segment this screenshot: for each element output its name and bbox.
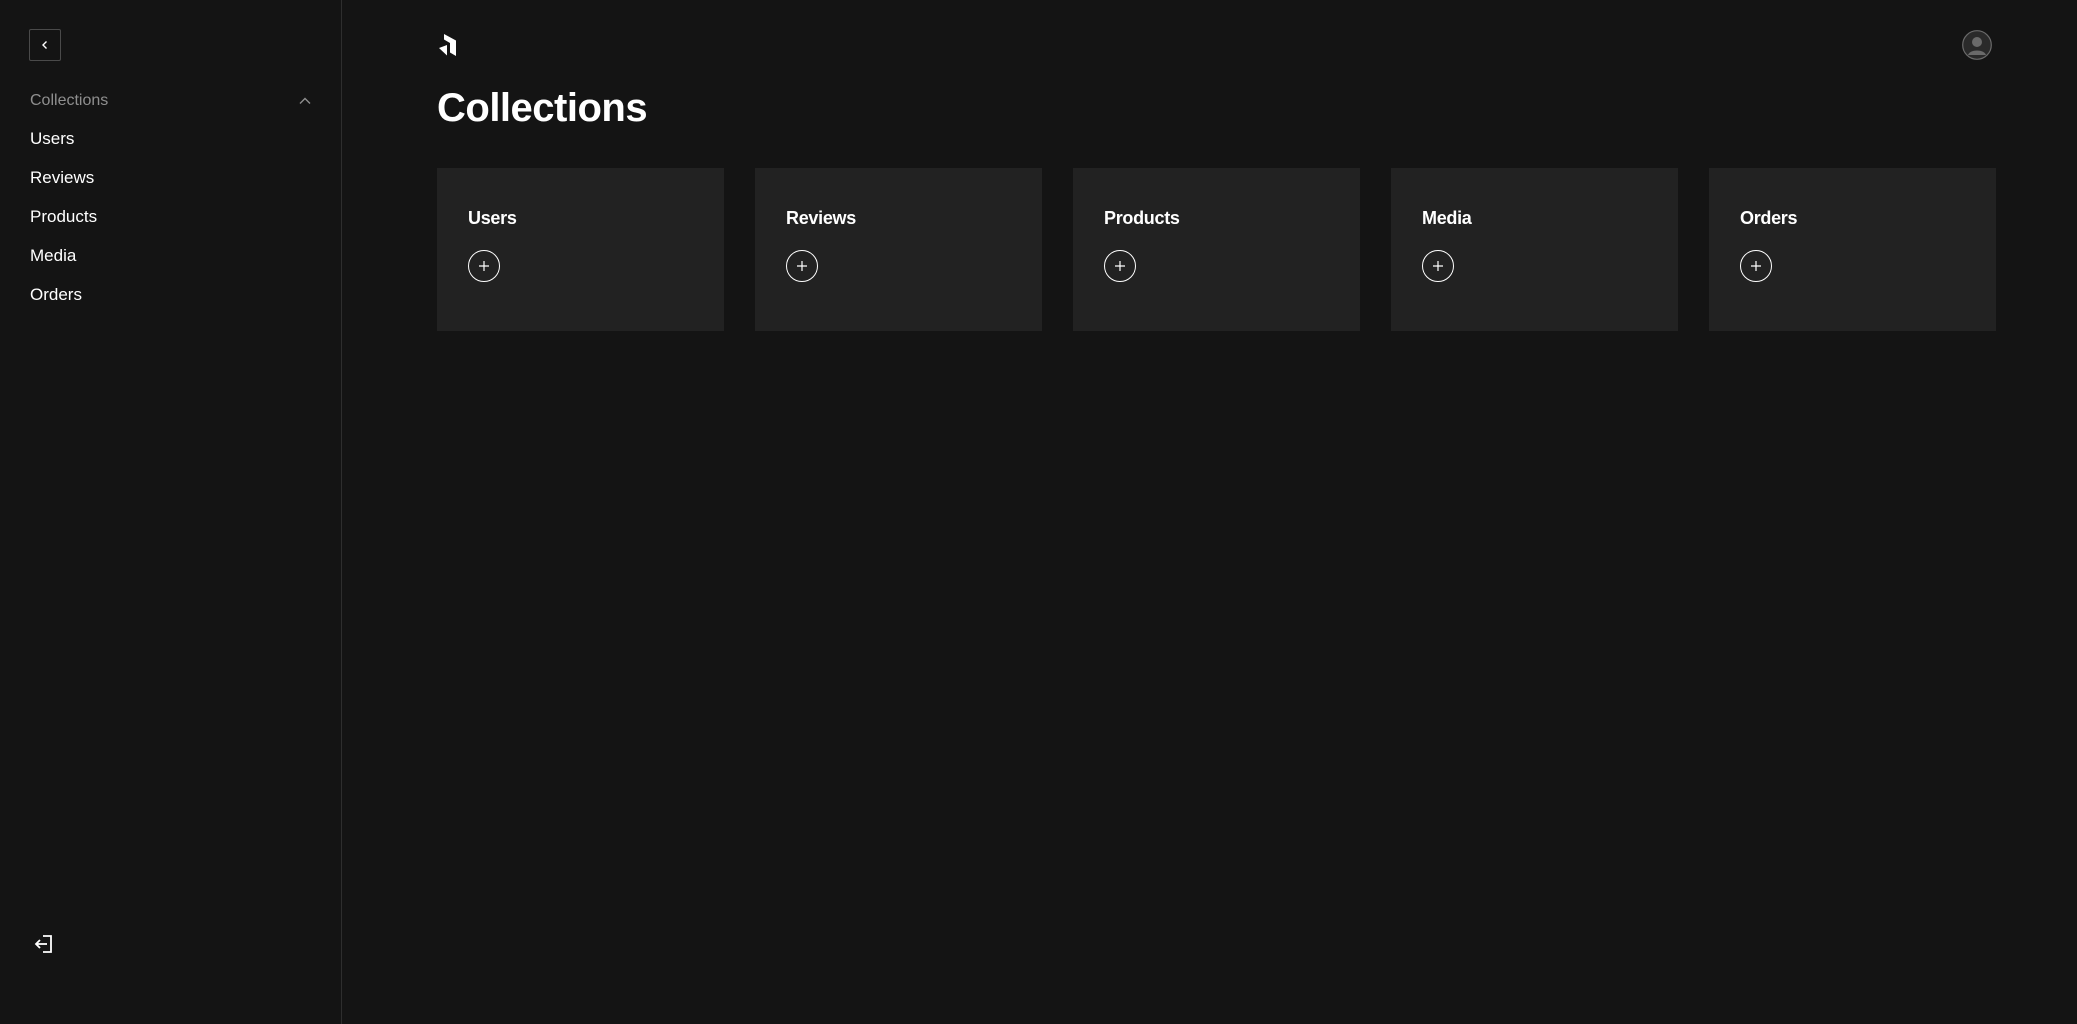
- logout-icon: [34, 935, 52, 953]
- plus-icon: [479, 261, 489, 271]
- sidebar-item-media[interactable]: Media: [30, 243, 97, 282]
- chevron-left-icon: [42, 41, 47, 49]
- user-avatar-icon: [1962, 30, 1992, 60]
- chevron-up-icon: [299, 97, 311, 104]
- sidebar-item-products[interactable]: Products: [30, 204, 97, 243]
- collection-card-products[interactable]: Products: [1073, 168, 1360, 331]
- sidebar: Collections Users Reviews Products Media…: [0, 0, 342, 1024]
- add-media-button[interactable]: [1422, 250, 1454, 282]
- add-reviews-button[interactable]: [786, 250, 818, 282]
- card-title: Orders: [1740, 208, 1798, 228]
- card-title: Products: [1104, 208, 1180, 228]
- collection-cards: Users Reviews Products Media Orders: [437, 168, 1996, 331]
- collection-card-orders[interactable]: Orders: [1709, 168, 1996, 331]
- collection-card-reviews[interactable]: Reviews: [755, 168, 1042, 331]
- plus-icon: [797, 261, 807, 271]
- plus-icon: [1751, 261, 1761, 271]
- sidebar-item-users[interactable]: Users: [30, 126, 97, 165]
- logout-button[interactable]: [30, 930, 58, 958]
- app-root: Collections Users Reviews Products Media…: [0, 0, 2077, 1024]
- account-avatar-button[interactable]: [1962, 30, 1992, 60]
- sidebar-item-reviews[interactable]: Reviews: [30, 165, 97, 204]
- sidebar-nav-list: Users Reviews Products Media Orders: [30, 126, 97, 321]
- plus-icon: [1433, 261, 1443, 271]
- nav-group-label: Collections: [30, 92, 109, 109]
- card-title: Reviews: [786, 208, 856, 228]
- card-title: Users: [468, 208, 517, 228]
- plus-icon: [1115, 261, 1125, 271]
- nav-group-collections-toggle[interactable]: Collections: [30, 90, 312, 112]
- add-products-button[interactable]: [1104, 250, 1136, 282]
- collapse-sidebar-button[interactable]: [29, 29, 61, 61]
- payload-logo-icon: [439, 34, 456, 56]
- collection-card-users[interactable]: Users: [437, 168, 724, 331]
- sidebar-item-orders[interactable]: Orders: [30, 282, 97, 321]
- page-title: Collections: [437, 86, 648, 130]
- add-orders-button[interactable]: [1740, 250, 1772, 282]
- add-users-button[interactable]: [468, 250, 500, 282]
- main-content: Collections Users Reviews Products Media…: [343, 0, 2077, 1024]
- collection-card-media[interactable]: Media: [1391, 168, 1678, 331]
- card-title: Media: [1422, 208, 1472, 228]
- app-logo[interactable]: [437, 33, 459, 57]
